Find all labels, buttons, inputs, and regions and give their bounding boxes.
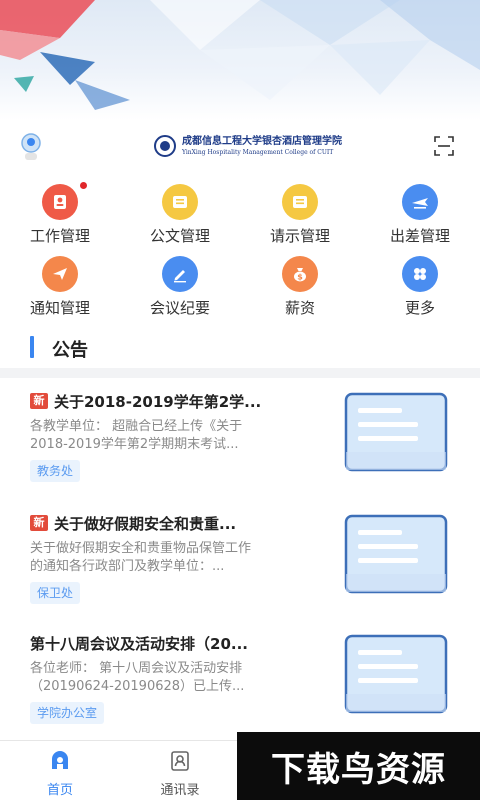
grid-label: 请示管理	[269, 227, 330, 245]
college-logo: 成都信息工程大学银杏酒店管理学院 YinXing Hospitality Man…	[154, 128, 354, 164]
new-badge: 新	[30, 393, 48, 409]
department-tag: 学院办公室	[30, 702, 105, 724]
section-title: 公告	[52, 340, 88, 361]
grid-item-work[interactable]: 工作管理	[0, 180, 120, 246]
more-grid-icon	[402, 256, 438, 292]
grid-label: 出差管理	[389, 227, 450, 245]
grid-item-requests[interactable]: 请示管理	[240, 180, 360, 246]
tab-home[interactable]: 首页	[0, 741, 120, 800]
grid-item-minutes[interactable]: 会议纪要	[120, 252, 240, 318]
user-avatar-icon[interactable]	[20, 132, 42, 162]
section-accent-bar	[30, 336, 34, 358]
notice-title-row: 第十八周会议及活动安排（20...	[30, 632, 310, 654]
notice-thumbnail-icon	[344, 390, 448, 474]
grid-label: 会议纪要	[149, 299, 210, 317]
watermark-overlay: 下载鸟资源	[237, 732, 480, 800]
grid-label: 更多	[404, 299, 435, 317]
function-grid: 工作管理 公文管理 请示管理 出差管理 通知管理 会议纪要 $ 薪资 更多	[0, 180, 480, 320]
grid-item-salary[interactable]: $ 薪资	[240, 252, 360, 318]
notice-title: 关于做好假期安全和贵重...	[54, 514, 237, 533]
watermark-text: 下载鸟资源	[271, 749, 446, 790]
notice-summary: 关于做好假期安全和贵重物品保管工作的通知各行政部门及教学单位：...	[30, 541, 252, 574]
document-icon	[282, 184, 318, 220]
department-tag: 教务处	[30, 460, 81, 482]
grid-label: 通知管理	[29, 299, 90, 317]
notice-summary: 各位老师： 第十八周会议及活动安排（20190624-20190628）已上传.…	[30, 661, 245, 694]
notice-title-row: 新 关于做好假期安全和贵重...	[30, 512, 310, 534]
tab-label: 通讯录	[160, 783, 200, 798]
logo-chinese-name: 成都信息工程大学银杏酒店管理学院	[182, 135, 342, 147]
new-badge: 新	[30, 515, 48, 531]
grid-item-more[interactable]: 更多	[360, 252, 480, 318]
department-tag: 保卫处	[30, 582, 81, 604]
notice-title-row: 新 关于2018-2019学年第2学...	[30, 390, 310, 412]
contacts-icon	[168, 749, 192, 773]
notice-thumbnail-icon	[344, 512, 448, 596]
user-badge-icon	[42, 184, 78, 220]
airplane-icon	[402, 184, 438, 220]
paper-plane-icon	[42, 256, 78, 292]
logo-english-name: YinXing Hospitality Management College o…	[182, 148, 334, 156]
banner-illustration	[0, 0, 480, 110]
home-icon	[48, 749, 72, 773]
notice-title: 关于2018-2019学年第2学...	[54, 392, 262, 411]
college-seal-icon	[154, 135, 176, 157]
notification-dot	[80, 182, 87, 189]
notice-title: 第十八周会议及活动安排（20...	[30, 634, 248, 653]
tab-contacts[interactable]: 通讯录	[120, 741, 240, 800]
scan-icon[interactable]	[432, 134, 456, 158]
grid-label: 工作管理	[29, 227, 90, 245]
notice-item[interactable]: 第十八周会议及活动安排（20... 各位老师： 第十八周会议及活动安排（2019…	[0, 620, 480, 742]
notice-item[interactable]: 新 关于2018-2019学年第2学... 各教学单位： 超融合已经上传《关于2…	[0, 378, 480, 500]
header-bar: 成都信息工程大学银杏酒店管理学院 YinXing Hospitality Man…	[0, 120, 480, 176]
pen-icon	[162, 256, 198, 292]
grid-item-notices[interactable]: 通知管理	[0, 252, 120, 318]
money-bag-icon: $	[282, 256, 318, 292]
svg-text:$: $	[297, 273, 303, 282]
top-banner	[0, 0, 480, 120]
notice-section-header: 公告	[0, 332, 480, 366]
grid-label: 公文管理	[149, 227, 210, 245]
notice-thumbnail-icon	[344, 632, 448, 716]
notice-item[interactable]: 新 关于做好假期安全和贵重... 关于做好假期安全和贵重物品保管工作的通知各行政…	[0, 500, 480, 622]
grid-label: 薪资	[284, 299, 315, 317]
grid-item-travel[interactable]: 出差管理	[360, 180, 480, 246]
document-icon	[162, 184, 198, 220]
tab-label: 首页	[46, 783, 73, 798]
section-divider	[0, 368, 480, 378]
grid-item-documents[interactable]: 公文管理	[120, 180, 240, 246]
notice-summary: 各教学单位： 超融合已经上传《关于2018-2019学年第2学期期末考试...	[30, 419, 243, 452]
